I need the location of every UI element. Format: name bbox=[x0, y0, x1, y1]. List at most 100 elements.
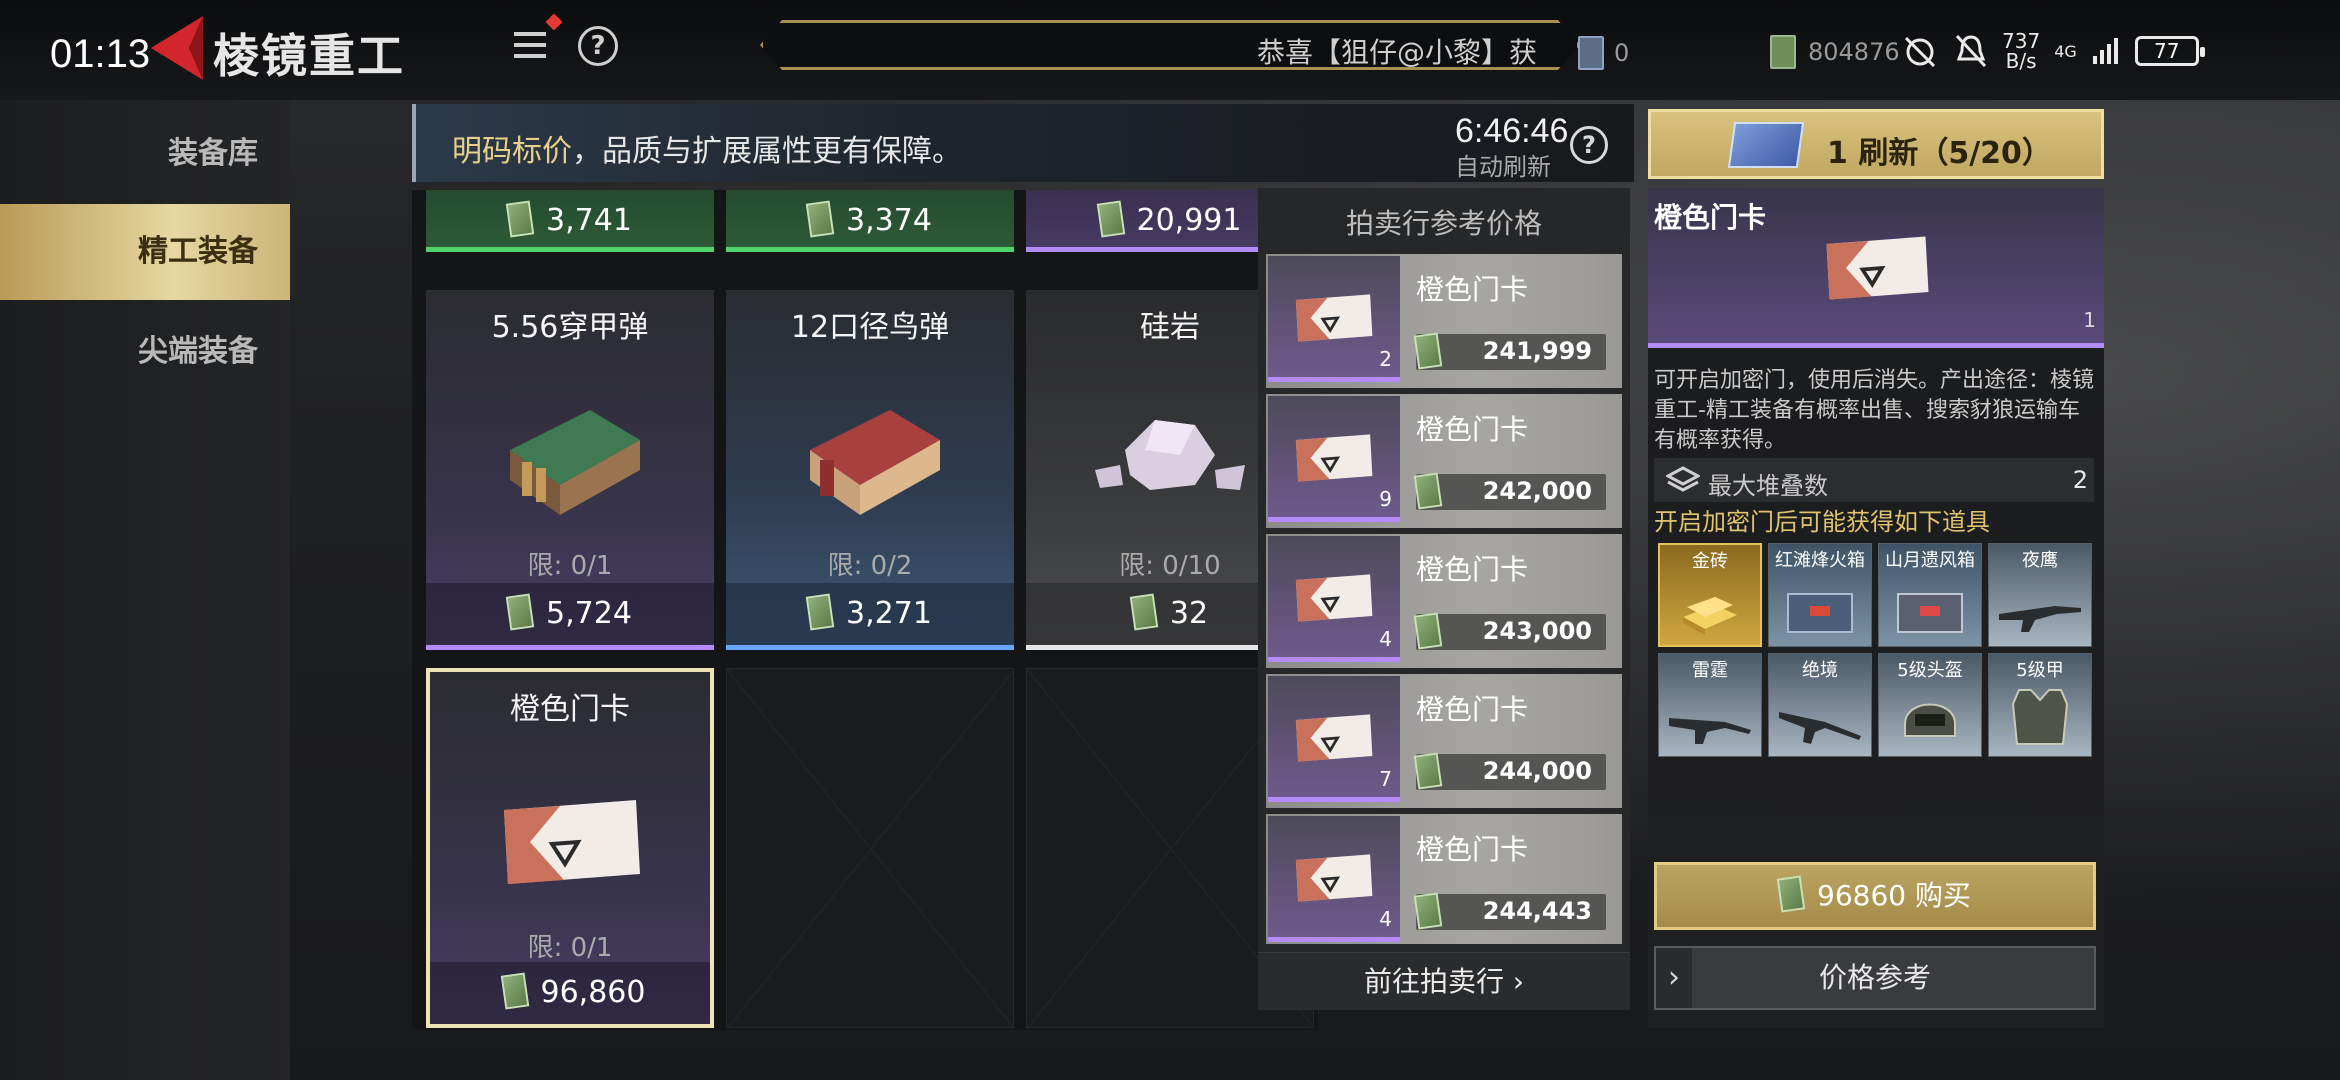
buy-button[interactable]: 96860 购买 bbox=[1654, 862, 2096, 930]
item-card-partial[interactable]: 3,374 bbox=[726, 190, 1014, 252]
item-price: 3,741 bbox=[546, 203, 632, 238]
refresh-timer: 6:46:46 bbox=[1455, 112, 1569, 150]
loot-label: 金砖 bbox=[1692, 551, 1728, 572]
auction-count: 4 bbox=[1379, 627, 1392, 651]
sidebar-item-crafted-equipment[interactable]: 精工装备 bbox=[0, 204, 290, 300]
loot-item[interactable]: 山月遗风箱 bbox=[1878, 543, 1982, 647]
auction-row[interactable]: 2 橙色门卡 241,999 bbox=[1266, 254, 1622, 388]
refresh-label: 1 刷新（5/20） bbox=[1827, 136, 2052, 171]
refresh-button[interactable]: 1 刷新（5/20） bbox=[1648, 109, 2104, 179]
orange-keycard-icon bbox=[1295, 434, 1373, 482]
ticker-text: 恭喜【狙仔@小黎】获 bbox=[1256, 36, 1537, 69]
info-rest: ，品质与扩展属性更有保障。 bbox=[572, 134, 962, 169]
item-card-partial[interactable]: 3,741 bbox=[426, 190, 714, 252]
max-stack-row: 最大堆叠数 2 bbox=[1654, 458, 2094, 502]
goto-auction-button[interactable]: 前往拍卖行 › bbox=[1258, 952, 1630, 1010]
cash-icon bbox=[1129, 593, 1159, 631]
orange-keycard-icon bbox=[1826, 236, 1929, 300]
loot-item[interactable]: 5级甲 bbox=[1988, 653, 2092, 757]
detail-header: 橙色门卡 1 bbox=[1648, 188, 2104, 348]
orange-keycard-icon bbox=[1295, 574, 1373, 622]
help-icon[interactable]: ? bbox=[1570, 126, 1608, 164]
auction-count: 9 bbox=[1379, 487, 1392, 511]
detail-description: 可开启加密门，使用后消失。产出途径：棱镜重工-精工装备有概率出售、搜索豺狼运输车… bbox=[1654, 368, 2095, 453]
loot-label: 绝境 bbox=[1802, 660, 1838, 681]
loot-item[interactable]: 金砖 bbox=[1658, 543, 1762, 647]
silicon-rock-icon bbox=[1095, 420, 1245, 490]
alarm-off-icon bbox=[1904, 36, 1936, 68]
item-card[interactable]: 12口径鸟弹 限: 0/2 3,271 bbox=[726, 290, 1014, 650]
item-card-selected[interactable]: 橙色门卡 限: 0/1 96,860 bbox=[426, 668, 714, 1028]
prism-logo-icon bbox=[151, 16, 203, 80]
loot-item[interactable]: 红滩烽火箱 bbox=[1768, 543, 1872, 647]
item-card[interactable]: 5.56穿甲弹 限: 0/1 5,724 bbox=[426, 290, 714, 650]
auction-row[interactable]: 9 橙色门卡 242,000 bbox=[1266, 394, 1622, 528]
item-price: 3,374 bbox=[846, 203, 932, 238]
cash-icon bbox=[1770, 35, 1796, 69]
auction-list[interactable]: 2 橙色门卡 241,999 9 橙色门卡 242,000 4 橙色门卡 243… bbox=[1266, 254, 1622, 944]
auction-item-name: 橙色门卡 bbox=[1416, 273, 1529, 306]
auction-price: 244,000 bbox=[1482, 757, 1592, 785]
cash-icon bbox=[1413, 752, 1443, 790]
stack-layers-icon bbox=[1666, 466, 1700, 492]
orange-keycard-icon bbox=[1295, 294, 1373, 342]
loot-item[interactable]: 绝境 bbox=[1768, 653, 1872, 757]
cash-icon bbox=[805, 593, 835, 631]
network-speed: 737 B/s bbox=[2002, 31, 2040, 71]
item-price: 32 bbox=[1169, 596, 1209, 631]
auction-row[interactable]: 4 橙色门卡 244,443 bbox=[1266, 814, 1622, 944]
detail-item-name: 橙色门卡 bbox=[1654, 201, 1767, 234]
auction-item-name: 橙色门卡 bbox=[1416, 833, 1529, 866]
cash-icon bbox=[1413, 892, 1443, 930]
rifle-icon bbox=[1999, 606, 2081, 632]
keycard-thumb: 9 bbox=[1268, 396, 1400, 522]
item-name: 12口径鸟弹 bbox=[790, 310, 950, 345]
loot-label: 5级甲 bbox=[2016, 660, 2064, 681]
loot-item[interactable]: 夜鹰 bbox=[1988, 543, 2092, 647]
item-price: 96,860 bbox=[540, 975, 646, 1010]
max-stack-label: 最大堆叠数 bbox=[1708, 472, 1828, 500]
price-reference-button[interactable]: › 价格参考 bbox=[1654, 946, 2096, 1010]
system-status: 737 B/s 4G 77 bbox=[1900, 28, 2205, 74]
loot-label: 5级头盔 bbox=[1897, 660, 1963, 681]
sidebar-item-advanced-equipment[interactable]: 尖端装备 bbox=[0, 304, 290, 400]
auction-price: 243,000 bbox=[1482, 617, 1592, 645]
goto-auction-label: 前往拍卖行 bbox=[1363, 965, 1504, 998]
empty-slot bbox=[726, 668, 1015, 1029]
auction-price: 244,443 bbox=[1482, 897, 1592, 925]
item-limit: 限: 0/1 bbox=[527, 933, 613, 963]
sidebar-item-equipment-library[interactable]: 装备库 bbox=[0, 106, 290, 202]
menu-list-icon[interactable] bbox=[510, 28, 550, 64]
auction-item-name: 橙色门卡 bbox=[1416, 553, 1529, 586]
info-highlight: 明码标价 bbox=[452, 134, 572, 169]
shell-box-icon bbox=[810, 410, 940, 515]
cash-icon bbox=[505, 200, 535, 238]
body-armor-icon bbox=[2011, 689, 2069, 745]
auction-row[interactable]: 4 橙色门卡 243,000 bbox=[1266, 534, 1622, 668]
crate-icon bbox=[1787, 593, 1853, 633]
info-text: 明码标价，品质与扩展属性更有保障。 bbox=[452, 126, 962, 170]
loot-item[interactable]: 5级头盔 bbox=[1878, 653, 1982, 757]
item-limit: 限: 0/2 bbox=[827, 551, 913, 581]
cash-icon bbox=[505, 593, 535, 631]
loot-item[interactable]: 雷霆 bbox=[1658, 653, 1762, 757]
item-grid: 3,741 3,374 20,991 5.56穿甲弹 限: 0/1 5,724 … bbox=[412, 190, 1318, 1030]
cash-icon bbox=[1413, 332, 1443, 370]
auction-item-name: 橙色门卡 bbox=[1416, 413, 1529, 446]
chevron-right-icon: › bbox=[1512, 965, 1525, 998]
max-stack-value: 2 bbox=[2072, 466, 2088, 494]
item-price: 3,271 bbox=[846, 596, 932, 631]
item-price: 20,991 bbox=[1136, 203, 1242, 238]
cash-icon bbox=[1096, 200, 1125, 238]
item-price: 5,724 bbox=[546, 596, 632, 631]
network-type: 4G bbox=[2054, 41, 2077, 61]
battery-icon: 77 bbox=[2134, 36, 2205, 66]
currency-main-value: 804876 bbox=[1808, 38, 1900, 66]
orange-keycard-icon bbox=[1295, 854, 1373, 902]
auction-count: 4 bbox=[1379, 907, 1392, 931]
help-icon[interactable]: ? bbox=[578, 26, 618, 66]
ticket-icon bbox=[1578, 36, 1604, 70]
auction-item-name: 橙色门卡 bbox=[1416, 693, 1529, 726]
auction-row[interactable]: 7 橙色门卡 244,000 bbox=[1266, 674, 1622, 808]
currency-main: 804876 bbox=[1770, 32, 1900, 72]
